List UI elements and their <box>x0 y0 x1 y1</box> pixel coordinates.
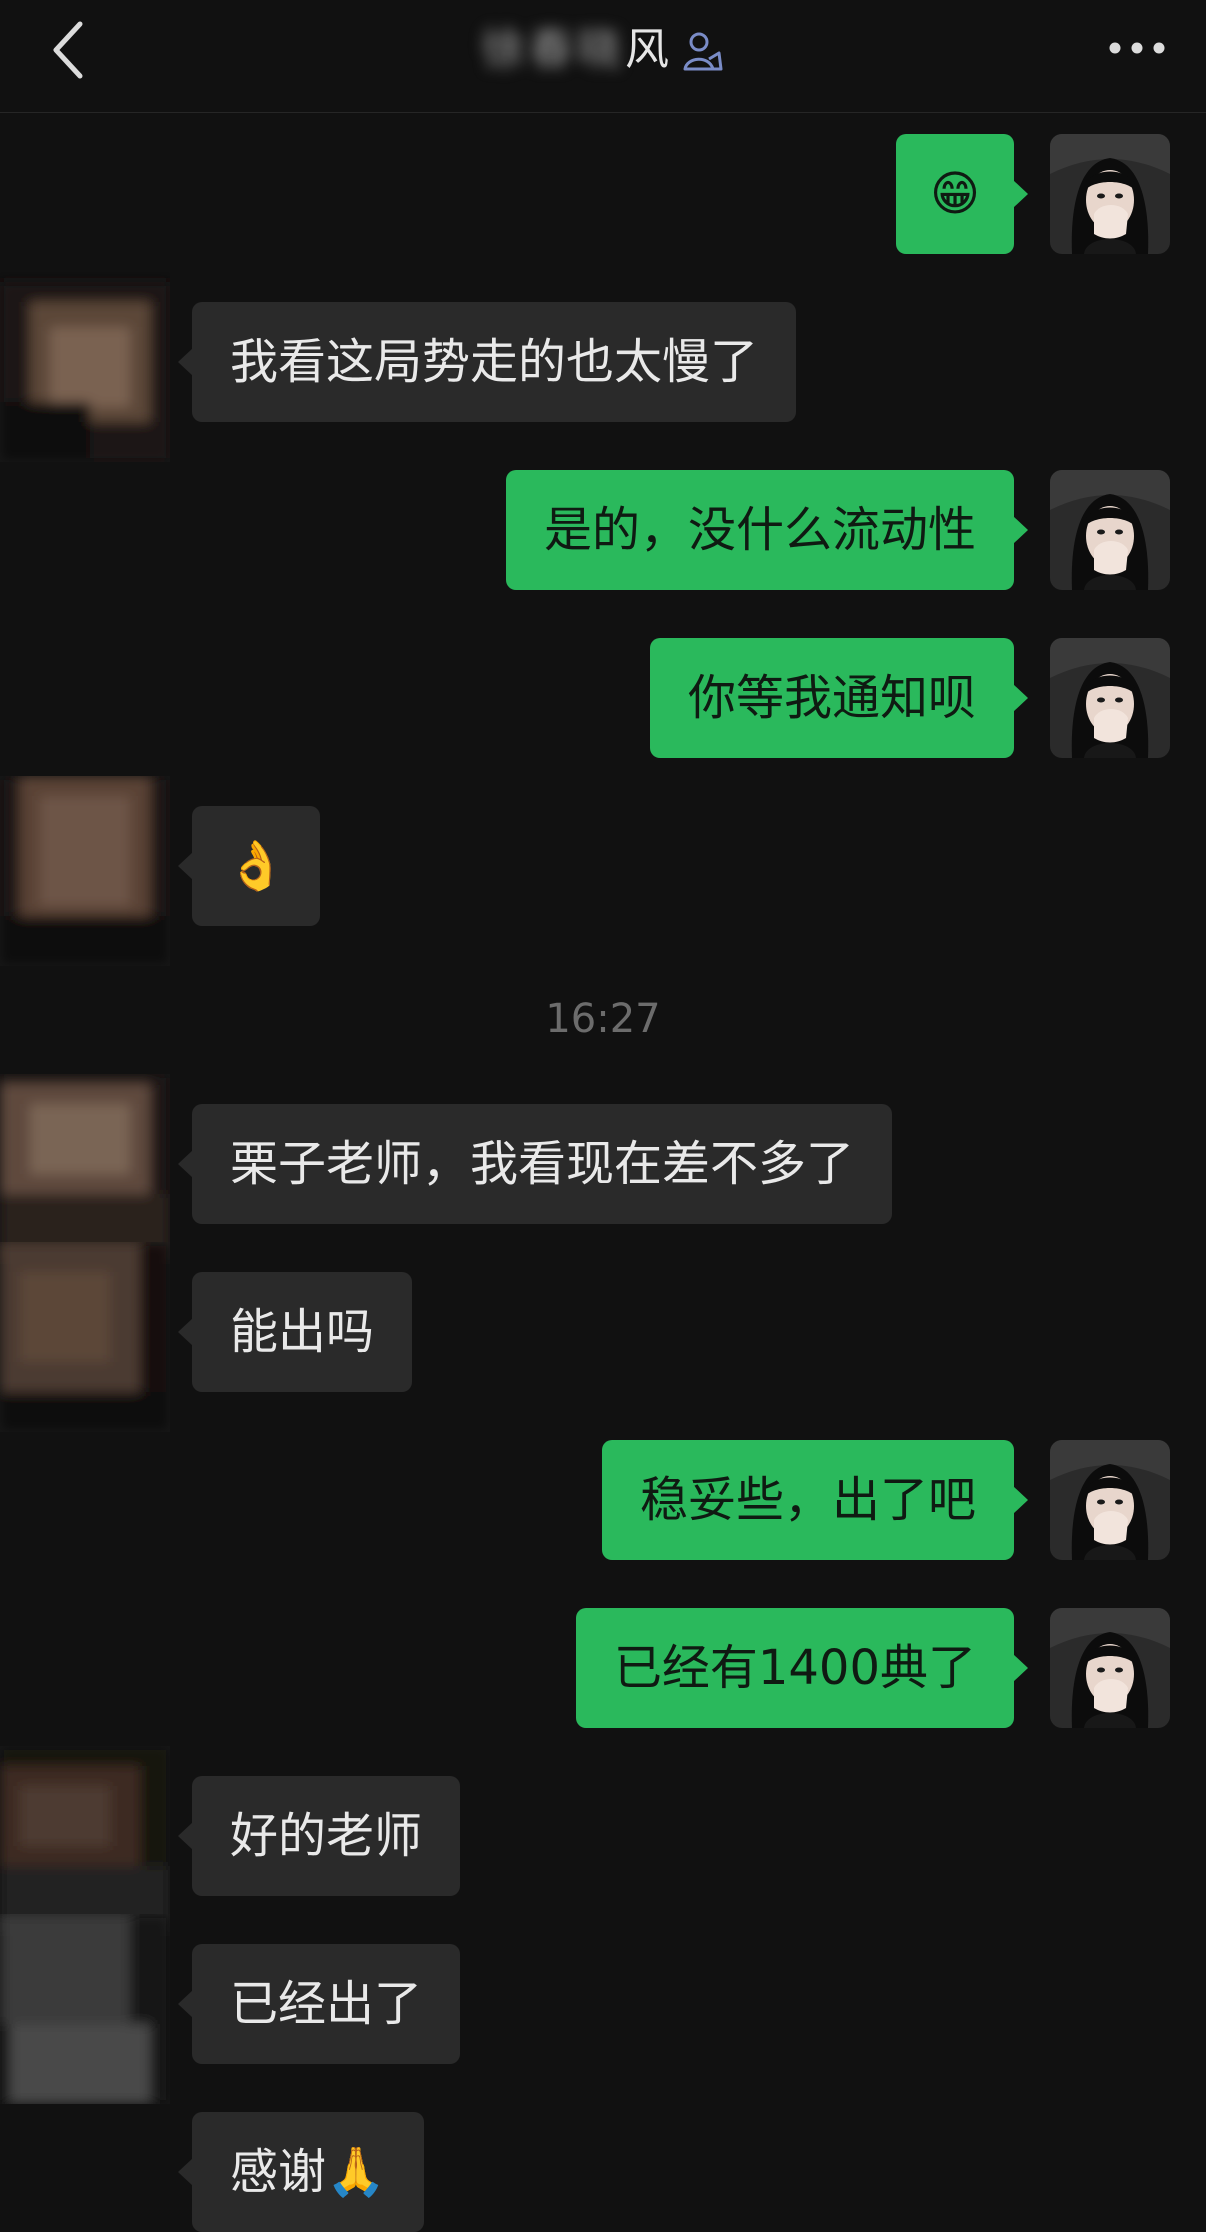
self-avatar[interactable] <box>1050 134 1170 254</box>
contact-avatar-image <box>0 1746 170 1936</box>
message-row: 我看这局势走的也太慢了 <box>0 282 1206 462</box>
message-bubble-incoming[interactable]: 好的老师 <box>177 1776 461 1896</box>
message-row: 👌 <box>0 776 1206 966</box>
contact-avatar-image <box>0 282 170 462</box>
contact-avatar[interactable] <box>0 1914 170 2104</box>
self-avatar[interactable] <box>1050 470 1170 590</box>
self-avatar-image <box>1050 1608 1170 1728</box>
message-row: 感谢🙏 <box>0 2112 1206 2232</box>
message-row: 你等我通知呗 <box>0 638 1206 758</box>
message-text: 是的，没什么流动性 <box>543 502 976 558</box>
grinning-face-emoji: 😁 <box>929 166 980 222</box>
message-bubble-incoming[interactable]: 感谢🙏 <box>178 2112 424 2232</box>
message-text: 栗子老师，我看现在差不多了 <box>230 1136 855 1192</box>
chat-messages: 😁 我看这局势走的也太慢了 是的，没什么流动性 你等我通知呗 👌 16:27 栗… <box>0 0 1206 2232</box>
message-bubble-outgoing[interactable]: 稳妥些，出了吧 <box>601 1440 1029 1560</box>
message-row: 稳妥些，出了吧 <box>0 1440 1206 1560</box>
self-avatar[interactable] <box>1050 1608 1170 1728</box>
message-bubble-outgoing[interactable]: 已经有1400典了 <box>575 1608 1029 1728</box>
self-avatar-image <box>1050 1440 1170 1560</box>
message-row: 😁 <box>0 134 1206 254</box>
contact-avatar[interactable] <box>0 776 170 966</box>
contact-avatar[interactable] <box>0 272 170 462</box>
self-avatar-image <box>1050 470 1170 590</box>
message-row: 是的，没什么流动性 <box>0 470 1206 590</box>
contact-avatar[interactable] <box>0 1074 170 1264</box>
message-text: 已经出了 <box>230 1976 423 2032</box>
message-text: 感谢🙏 <box>230 2144 386 2200</box>
contact-avatar-image <box>0 1242 170 1432</box>
message-bubble-incoming[interactable]: 栗子老师，我看现在差不多了 <box>177 1104 893 1224</box>
self-avatar[interactable] <box>1050 638 1170 758</box>
self-avatar[interactable] <box>1050 1440 1170 1560</box>
message-row: 能出吗 <box>0 1242 1206 1432</box>
message-row: 已经有1400典了 <box>0 1608 1206 1728</box>
timestamp: 16:27 <box>545 996 661 1042</box>
contact-avatar-image <box>0 1074 170 1264</box>
message-bubble-outgoing[interactable]: 你等我通知呗 <box>649 638 1029 758</box>
message-text: 我看这局势走的也太慢了 <box>230 334 759 390</box>
message-row: 好的老师 <box>0 1746 1206 1936</box>
message-bubble-outgoing[interactable]: 😁 <box>895 134 1029 254</box>
contact-avatar-image <box>0 776 170 966</box>
message-row: 已经出了 <box>0 1914 1206 2104</box>
message-bubble-incoming[interactable]: 能出吗 <box>177 1272 413 1392</box>
message-text: 能出吗 <box>230 1304 375 1360</box>
message-bubble-incoming[interactable]: 已经出了 <box>177 1944 461 2064</box>
message-text: 你等我通知呗 <box>687 670 976 726</box>
ok-hand-emoji: 👌 <box>226 838 286 894</box>
self-avatar-image <box>1050 134 1170 254</box>
message-bubble-outgoing[interactable]: 是的，没什么流动性 <box>505 470 1029 590</box>
message-text: 稳妥些，出了吧 <box>639 1472 976 1528</box>
message-bubble-incoming[interactable]: 我看这局势走的也太慢了 <box>177 302 797 422</box>
message-row: 栗子老师，我看现在差不多了 <box>0 1074 1206 1264</box>
contact-avatar-image <box>0 1914 170 2104</box>
message-bubble-incoming[interactable]: 👌 <box>178 806 320 926</box>
contact-avatar[interactable] <box>0 1746 170 1936</box>
message-text: 好的老师 <box>230 1808 423 1864</box>
message-text: 已经有1400典了 <box>613 1640 976 1696</box>
contact-avatar[interactable] <box>0 1242 170 1432</box>
self-avatar-image <box>1050 638 1170 758</box>
